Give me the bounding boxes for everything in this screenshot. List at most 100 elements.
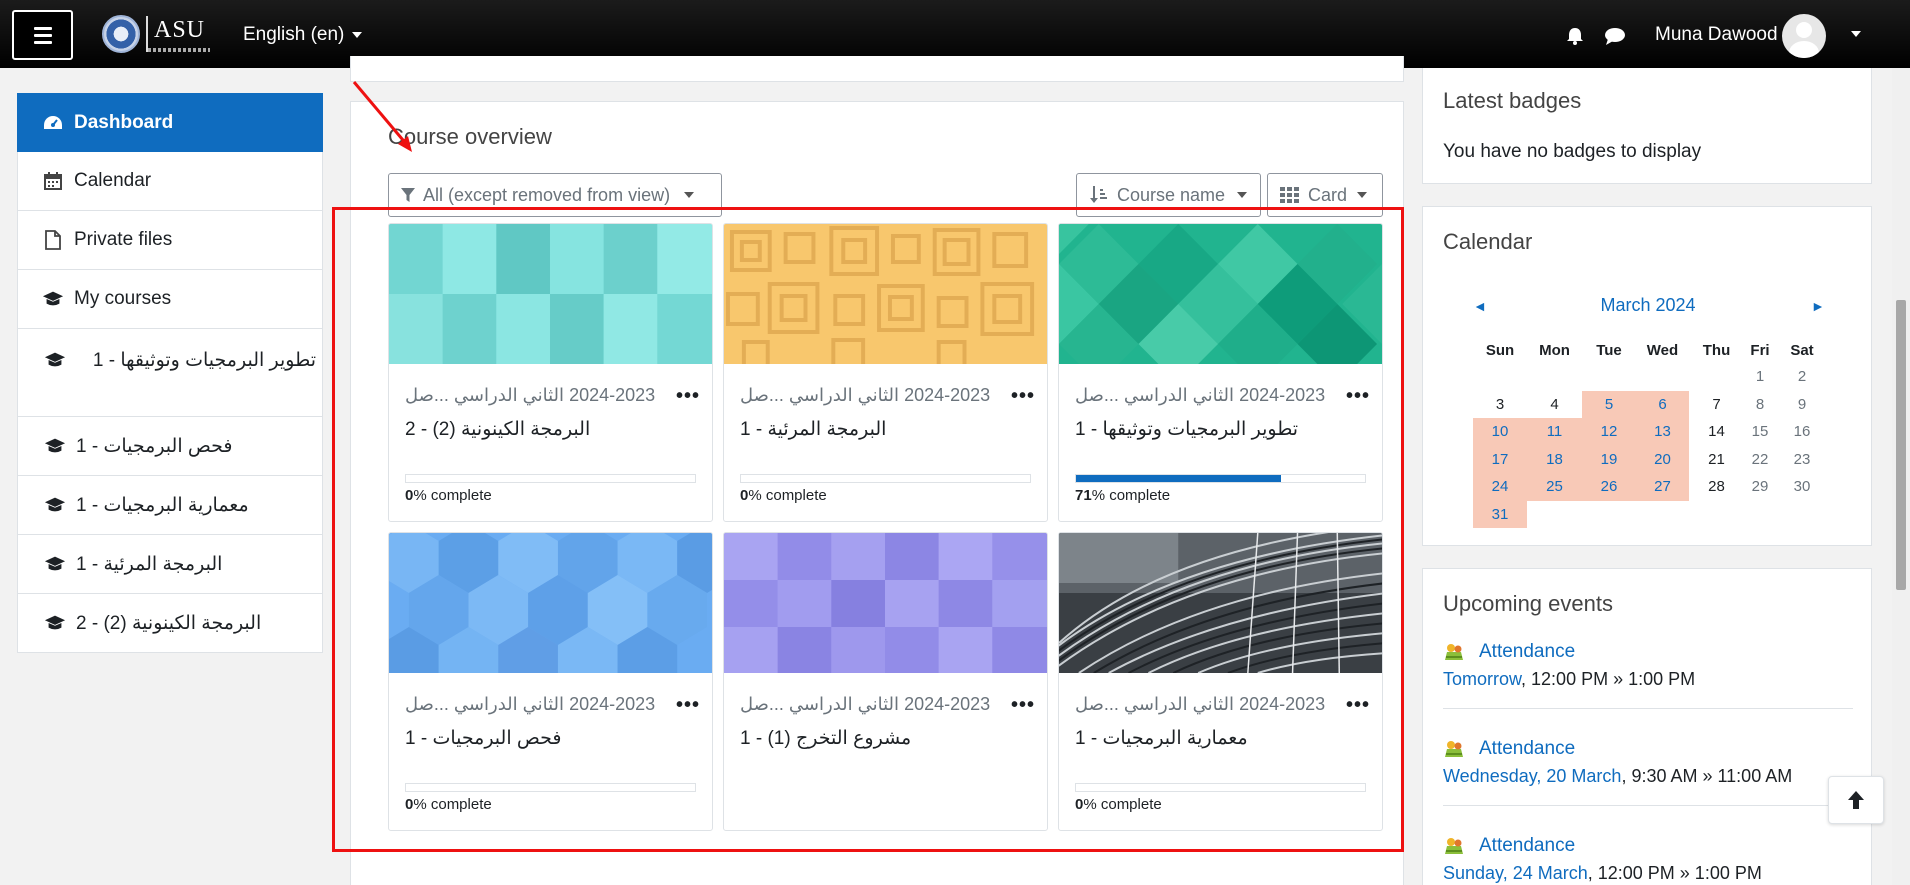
event-day-link[interactable]: Wednesday, 20 March: [1443, 766, 1621, 786]
sidebar-item-label: فحص البرمجيات - 1: [76, 435, 233, 457]
calendar-day[interactable]: 12: [1582, 418, 1636, 446]
calendar-day[interactable]: 11: [1527, 418, 1582, 446]
course-overview-title: Course overview: [388, 124, 552, 149]
calendar-day: 16: [1793, 423, 1811, 441]
calendar-month-label[interactable]: March 2024: [1423, 295, 1873, 316]
event-link[interactable]: Attendance: [1443, 835, 1853, 857]
calendar-next-month-icon[interactable]: ►: [1811, 298, 1825, 314]
sidebar-item-dashboard[interactable]: Dashboard: [17, 93, 323, 152]
more-options-icon[interactable]: •••: [1011, 386, 1035, 406]
divider: [1443, 805, 1853, 806]
calendar-day[interactable]: 13: [1636, 418, 1689, 446]
calendar-day[interactable]: 26: [1582, 473, 1636, 501]
calendar-day[interactable]: 25: [1527, 473, 1582, 501]
sidebar-item-private-files[interactable]: Private files: [17, 211, 323, 270]
calendar-day[interactable]: 10: [1473, 418, 1527, 446]
event-time: , 12:00 PM » 1:00 PM: [1587, 863, 1762, 883]
event-item: Attendance Sunday, 24 March, 12:00 PM » …: [1443, 835, 1853, 884]
graduation-cap-icon: [44, 435, 66, 457]
course-name[interactable]: تطوير البرمجيات وتوثيقها - 1: [1075, 418, 1298, 441]
calendar-day[interactable]: 18: [1527, 445, 1582, 473]
course-image: [389, 533, 712, 697]
course-name[interactable]: مشروع التخرج (1) - 1: [740, 727, 911, 750]
course-meta: 2024-2023 الثاني الدراسي ...صل •••: [740, 694, 1035, 715]
sidebar-item-calendar[interactable]: Calendar: [17, 152, 323, 211]
event-item: Attendance Tomorrow, 12:00 PM » 1:00 PM: [1443, 641, 1853, 709]
course-card[interactable]: 2024-2023 الثاني الدراسي ...صل ••• البرم…: [388, 223, 713, 522]
sidebar-item-course[interactable]: البرمجة الكينونية (2) - 2: [17, 594, 323, 653]
calendar-day[interactable]: 6: [1636, 390, 1689, 418]
view-dropdown[interactable]: Card: [1267, 173, 1383, 217]
language-menu[interactable]: English (en): [243, 24, 363, 46]
user-name[interactable]: Muna Dawood: [1655, 24, 1778, 46]
calendar-day[interactable]: 31: [1473, 500, 1527, 528]
event-day-link[interactable]: Sunday, 24 March: [1443, 863, 1588, 883]
grouping-filter-dropdown[interactable]: All (except removed from view): [388, 173, 722, 217]
back-to-top-button[interactable]: [1828, 776, 1884, 824]
scrollbar-thumb[interactable]: [1896, 300, 1906, 590]
sidebar-item-course[interactable]: معمارية البرمجيات - 1: [17, 476, 323, 535]
sidebar-item-my-courses[interactable]: My courses: [17, 270, 323, 329]
latest-badges-block: Latest badges You have no badges to disp…: [1422, 68, 1872, 184]
graduation-cap-icon: [42, 288, 64, 310]
course-card[interactable]: 2024-2023 الثاني الدراسي ...صل ••• البرم…: [723, 223, 1048, 522]
course-name[interactable]: البرمجة المرئية - 1: [740, 418, 886, 441]
user-menu-chevron-icon[interactable]: [1851, 31, 1861, 37]
calendar-day: [1473, 363, 1527, 391]
calendar-week-row: 17 18 19 20 21 22 23: [1473, 445, 1828, 473]
bell-icon[interactable]: [1565, 26, 1585, 46]
course-image: [1059, 533, 1382, 674]
sidebar-item-label: Dashboard: [74, 111, 174, 133]
sidebar-item-course[interactable]: فحص البرمجيات - 1: [17, 417, 323, 476]
calendar-day[interactable]: 27: [1636, 473, 1689, 501]
view-label: Card: [1308, 184, 1348, 205]
attendance-icon: [1445, 644, 1463, 660]
course-name[interactable]: معمارية البرمجيات - 1: [1075, 727, 1248, 750]
calendar-day[interactable]: 19: [1582, 445, 1636, 473]
event-link[interactable]: Attendance: [1443, 738, 1853, 760]
more-options-icon[interactable]: •••: [676, 695, 700, 715]
more-options-icon[interactable]: •••: [1011, 695, 1035, 715]
menu-toggle-button[interactable]: [12, 10, 73, 60]
calendar-day: 30: [1793, 478, 1811, 496]
sort-dropdown[interactable]: Course name: [1076, 173, 1261, 217]
sidebar-item-course[interactable]: تطوير البرمجيات وتوثيقها - 1: [17, 329, 323, 417]
course-card[interactable]: 2024-2023 الثاني الدراسي ...صل ••• فحص ا…: [388, 532, 713, 831]
event-date: Sunday, 24 March, 12:00 PM » 1:00 PM: [1443, 863, 1853, 884]
sidebar-item-label: البرمجة المرئية - 1: [76, 553, 223, 575]
site-logo[interactable]: ASU: [102, 14, 210, 54]
course-name[interactable]: البرمجة الكينونية (2) - 2: [405, 418, 590, 441]
calendar-body: 1 2 3 4 5 6 7 8 9 10 11 12 13 14 15 16 17 18 19 20 21 22 23 24 2…: [1473, 363, 1828, 528]
course-card[interactable]: 2024-2023 الثاني الدراسي ...صل ••• مشروع…: [723, 532, 1048, 831]
calendar-day[interactable]: 5: [1582, 390, 1636, 418]
course-card[interactable]: 2024-2023 الثاني الدراسي ...صل ••• تطوير…: [1058, 223, 1383, 522]
course-category: 2024-2023 الثاني الدراسي ...صل: [740, 385, 991, 405]
more-options-icon[interactable]: •••: [1346, 386, 1370, 406]
progress-suffix: % complete: [413, 487, 492, 504]
more-options-icon[interactable]: •••: [676, 386, 700, 406]
more-options-icon[interactable]: •••: [1346, 695, 1370, 715]
page-scrollbar[interactable]: [1892, 68, 1910, 885]
weekday-header: Fri: [1750, 341, 1770, 359]
calendar-day[interactable]: 20: [1636, 445, 1689, 473]
course-card[interactable]: 2024-2023 الثاني الدراسي ...صل ••• معمار…: [1058, 532, 1383, 831]
upcoming-events-title: Upcoming events: [1443, 591, 1613, 616]
event-day-link[interactable]: Tomorrow: [1443, 669, 1521, 689]
sidebar-item-course[interactable]: البرمجة المرئية - 1: [17, 535, 323, 594]
chat-icon[interactable]: [1604, 26, 1626, 46]
avatar[interactable]: [1782, 14, 1826, 58]
progress-suffix: % complete: [413, 796, 492, 813]
progress-text: 71% complete: [1075, 487, 1170, 504]
calendar-day[interactable]: 17: [1473, 445, 1527, 473]
sidebar-item-label: My courses: [74, 288, 172, 309]
graduation-cap-icon: [44, 349, 66, 371]
attendance-icon: [1445, 741, 1463, 757]
calendar-day: [1527, 363, 1582, 391]
filter-icon: [401, 188, 415, 202]
calendar-day: 8: [1755, 395, 1765, 413]
calendar-day: [1636, 501, 1689, 529]
progress-suffix: % complete: [1091, 487, 1171, 504]
calendar-day[interactable]: 24: [1473, 473, 1527, 501]
event-link[interactable]: Attendance: [1443, 641, 1853, 663]
course-name[interactable]: فحص البرمجيات - 1: [405, 727, 562, 750]
